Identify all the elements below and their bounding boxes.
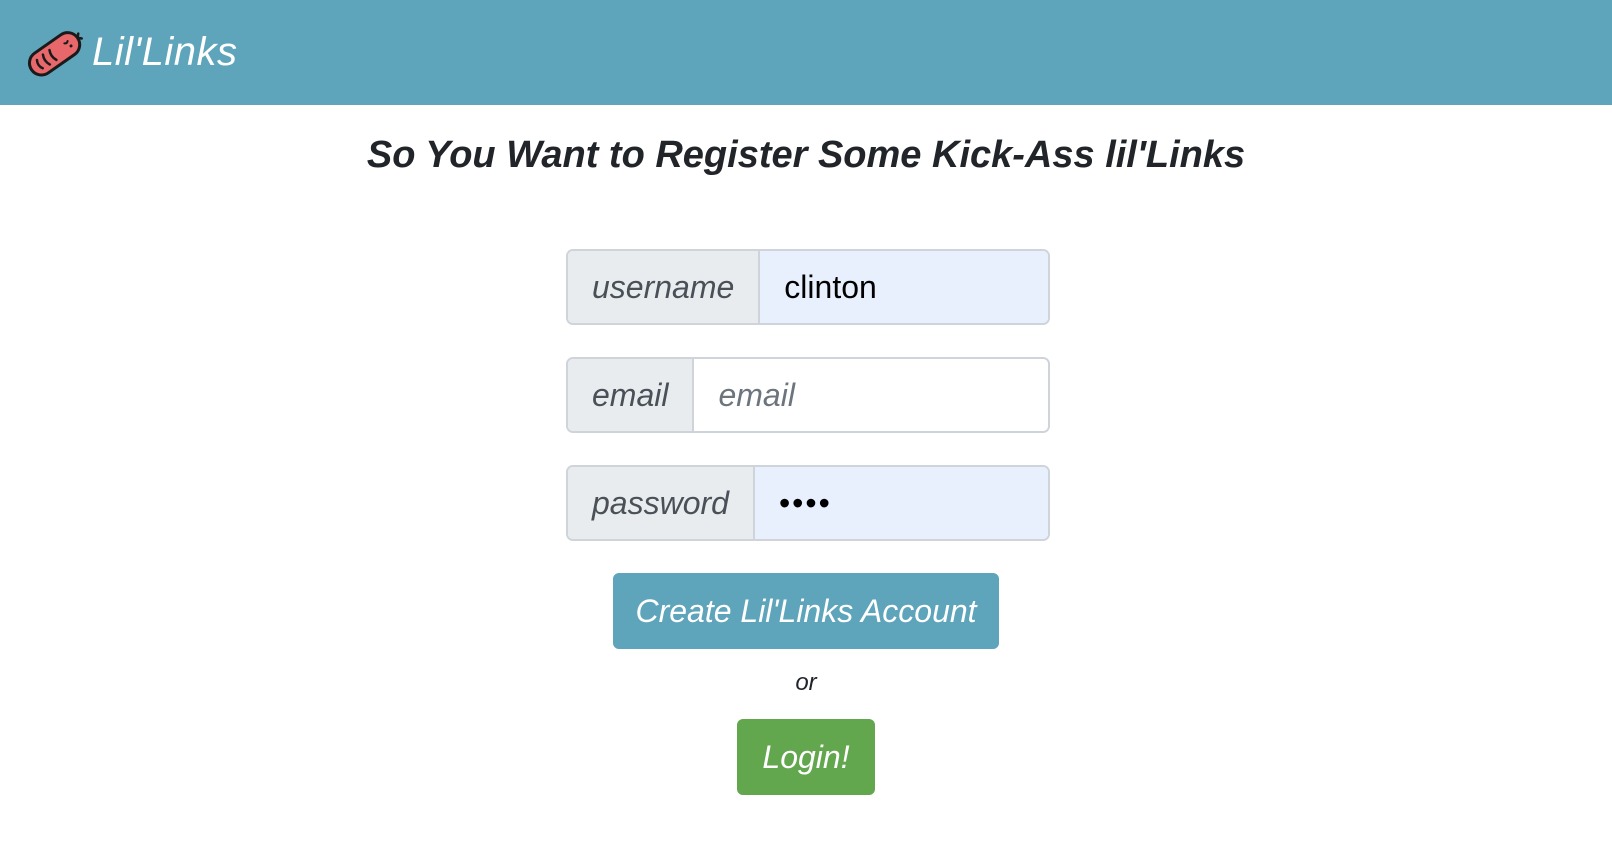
email-group: email xyxy=(566,357,1050,433)
email-label: email xyxy=(568,359,695,431)
login-button[interactable]: Login! xyxy=(737,719,875,795)
brand-link[interactable]: Lil'Links xyxy=(22,22,238,84)
username-group: username xyxy=(566,249,1050,325)
sausage-icon xyxy=(27,30,83,76)
form-actions: Create Lil'Links Account or Login! xyxy=(0,573,1612,795)
username-label: username xyxy=(568,251,761,323)
email-input[interactable] xyxy=(694,359,1048,431)
password-group: password xyxy=(566,465,1050,541)
register-form: username email password xyxy=(566,249,1050,573)
navbar: Lil'Links xyxy=(0,0,1612,105)
page-title: So You Want to Register Some Kick-Ass li… xyxy=(366,134,1246,176)
or-separator: or xyxy=(795,669,817,696)
password-label: password xyxy=(568,467,755,539)
password-input[interactable] xyxy=(754,467,1048,539)
create-account-button[interactable]: Create Lil'Links Account xyxy=(613,573,999,649)
brand-name: Lil'Links xyxy=(92,30,238,74)
username-input[interactable] xyxy=(760,251,1048,323)
